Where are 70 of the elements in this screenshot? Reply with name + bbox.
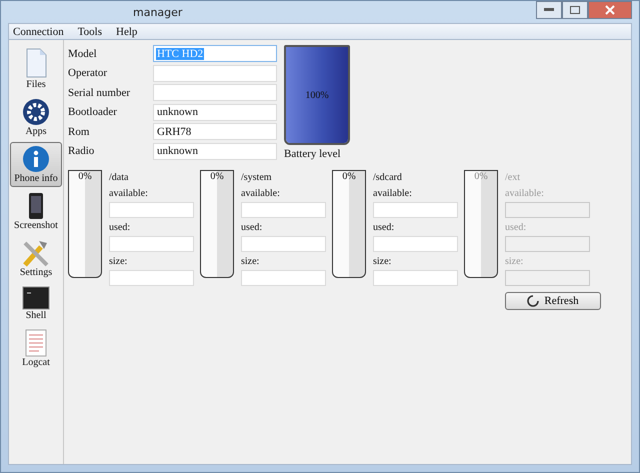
field-label: size: — [109, 255, 128, 269]
battery-label: Battery level — [284, 148, 342, 160]
info-field[interactable]: unknown — [153, 142, 277, 160]
field-label: size: — [505, 255, 524, 269]
info-field[interactable] — [153, 64, 277, 82]
field-label: Rom — [68, 126, 90, 138]
field-label: used: — [373, 221, 396, 235]
partition-name: /system — [241, 171, 273, 185]
field-label: Model — [68, 48, 98, 60]
refresh-icon — [527, 295, 540, 307]
sidebar-item[interactable]: Logcat — [10, 326, 62, 371]
tools-icon — [21, 239, 51, 267]
storage-field[interactable] — [373, 236, 458, 252]
log-icon — [24, 329, 48, 357]
storage-field[interactable] — [241, 202, 326, 218]
partition-name: /ext — [505, 171, 521, 185]
storage-field[interactable] — [373, 270, 458, 286]
menu-item[interactable]: Connection — [13, 26, 64, 38]
storage-field[interactable] — [241, 270, 326, 286]
storage-field[interactable] — [505, 236, 590, 252]
sidebar-item[interactable]: Files — [10, 44, 62, 93]
window-title: manager — [133, 6, 182, 18]
storage-field[interactable] — [373, 202, 458, 218]
storage-field[interactable] — [505, 202, 590, 218]
field-label: Operator — [68, 67, 108, 80]
field-label: size: — [373, 255, 392, 269]
storage-reading: 0% — [78, 171, 92, 184]
battery-reading: 100% — [305, 90, 329, 100]
field-label: size: — [241, 255, 260, 269]
field-label: available: — [373, 187, 413, 201]
storage-field[interactable] — [109, 270, 194, 286]
storage-reading: 0% — [342, 171, 356, 184]
field-label: available: — [505, 187, 545, 201]
field-label: available: — [109, 187, 149, 201]
storage-field[interactable] — [109, 202, 194, 218]
info-field[interactable]: GRH78 — [153, 123, 277, 140]
partition-name: /sdcard — [373, 171, 403, 185]
sidebar-item[interactable]: Apps — [10, 95, 62, 140]
minimize-icon — [544, 8, 554, 12]
close-icon — [605, 5, 615, 15]
terminal-icon — [22, 286, 50, 310]
field-label: used: — [109, 221, 132, 235]
storage-field[interactable] — [109, 236, 194, 252]
storage-reading: 0% — [210, 171, 224, 184]
menu-item[interactable]: Help — [116, 26, 138, 38]
info-field[interactable] — [153, 84, 277, 102]
storage-reading: 0% — [474, 171, 488, 184]
field-label: used: — [241, 221, 264, 235]
gear-icon — [22, 98, 50, 126]
maximize-button[interactable] — [562, 1, 588, 19]
storage-field[interactable] — [241, 236, 326, 252]
field-label: Serial number — [68, 86, 132, 99]
field-label: Bootloader — [68, 106, 118, 118]
sidebar-item[interactable]: Screenshot — [10, 189, 62, 234]
info-field[interactable]: unknown — [153, 104, 277, 121]
close-button[interactable] — [588, 1, 632, 19]
storage-field[interactable] — [505, 270, 590, 286]
refresh-button[interactable]: Refresh — [505, 292, 601, 310]
menu-item[interactable]: Tools — [78, 26, 102, 38]
sidebar-item[interactable]: Shell — [10, 283, 62, 324]
minimize-button[interactable] — [536, 1, 562, 19]
sidebar-item[interactable]: Settings — [10, 236, 62, 281]
info-icon — [22, 145, 50, 173]
sidebar-item[interactable]: Phone info — [10, 142, 62, 187]
field-label: used: — [505, 221, 528, 235]
phone-icon — [27, 192, 45, 220]
partition-name: /data — [109, 171, 130, 185]
field-label: available: — [241, 187, 281, 201]
maximize-icon — [570, 6, 580, 14]
field-label: Radio — [68, 145, 96, 158]
